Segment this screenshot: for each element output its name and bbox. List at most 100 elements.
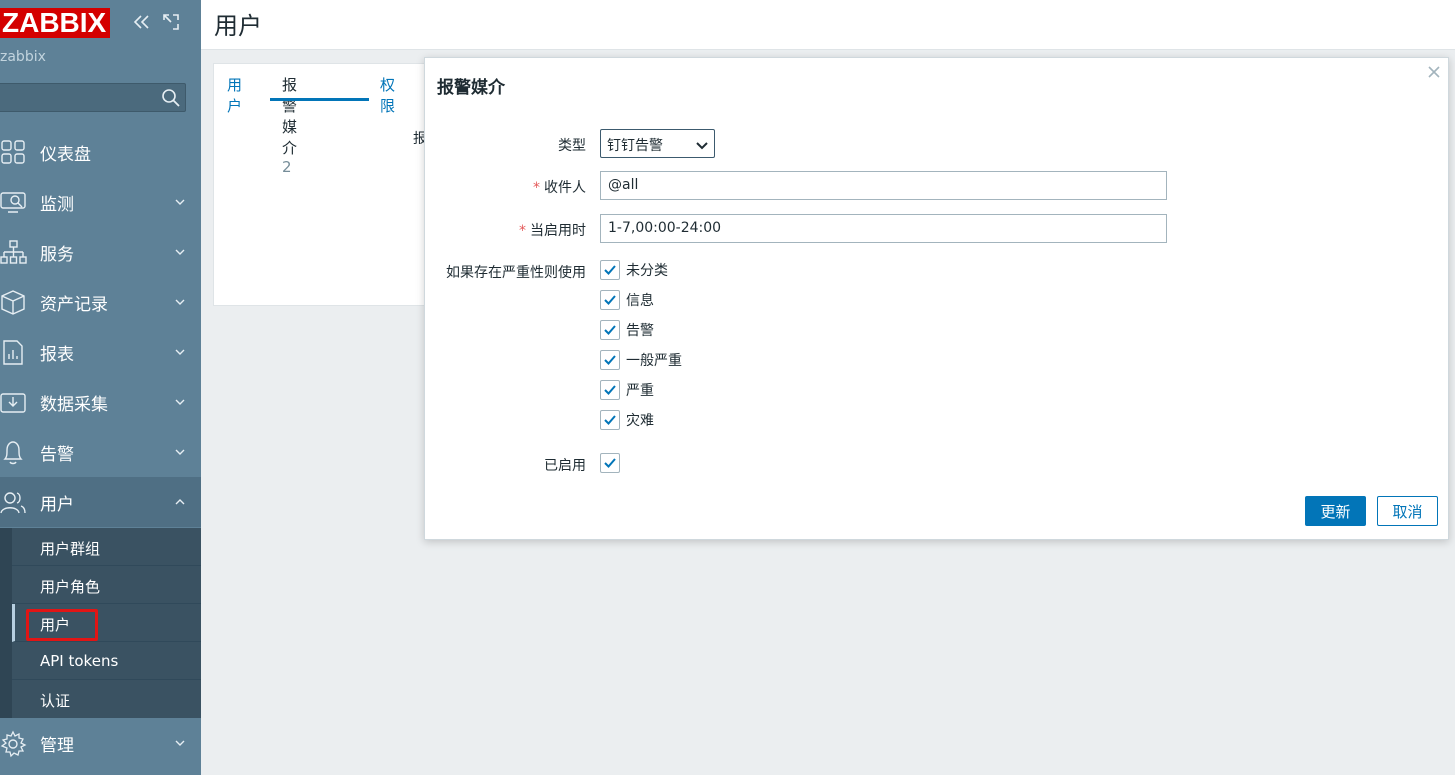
checkbox[interactable] — [600, 290, 620, 310]
nav-item-dashboard[interactable]: 仪表盘 — [0, 127, 201, 177]
annotation-highlight-box — [26, 609, 98, 641]
search-input[interactable] — [0, 83, 186, 112]
reports-icon — [0, 339, 28, 367]
chevron-down-icon — [174, 396, 186, 408]
required-mark: * — [533, 180, 540, 196]
period-input[interactable]: 1-7,00:00-24:00 — [600, 214, 1167, 243]
chevron-down-icon — [174, 346, 186, 358]
sendto-label: * 收件人 — [533, 177, 586, 197]
period-label-text: 当启用时 — [530, 223, 586, 239]
nav-item-alerts[interactable]: 告警 — [0, 427, 201, 477]
checkbox[interactable] — [600, 380, 620, 400]
nav-item-users[interactable]: 用户 — [0, 477, 201, 527]
checkbox-label: 信息 — [626, 293, 654, 309]
nav-item-data-collection[interactable]: 数据采集 — [0, 377, 201, 427]
close-icon[interactable] — [1426, 64, 1442, 80]
submenu-strip — [0, 528, 12, 718]
severity-label: 如果存在严重性则使用 — [446, 265, 586, 281]
checkbox-label: 告警 — [626, 323, 654, 339]
submenu-label: 用户角色 — [40, 578, 101, 596]
type-select[interactable]: 钉钉告警 — [600, 129, 715, 158]
chevron-up-icon — [174, 496, 186, 508]
sendto-input[interactable]: @all — [600, 171, 1167, 200]
gear-icon — [0, 730, 28, 758]
nav-item-reports[interactable]: 报表 — [0, 327, 201, 377]
chevron-down-icon — [174, 296, 186, 308]
media-dialog: 报警媒介 类型 钉钉告警 * 收件人 @all * 当启用时 1-7,00:00-2… — [424, 57, 1449, 540]
checkbox[interactable] — [600, 410, 620, 430]
nav-item-inventory[interactable]: 资产记录 — [0, 277, 201, 327]
nav-label: 资产记录 — [40, 294, 108, 315]
checkbox-label: 未分类 — [626, 263, 668, 279]
period-value: 1-7,00:00-24:00 — [608, 220, 722, 236]
users-icon — [0, 489, 28, 517]
submenu-item-api-tokens[interactable]: API tokens — [12, 642, 201, 680]
nav-label: 数据采集 — [40, 394, 108, 415]
type-label: 类型 — [558, 138, 586, 154]
nav-label: 管理 — [40, 735, 74, 756]
period-label: * 当启用时 — [519, 220, 586, 240]
server-name: zabbix — [0, 49, 46, 65]
submenu-item-user-groups[interactable]: 用户群组 — [12, 528, 201, 566]
chevron-down-icon — [174, 246, 186, 258]
chevron-down-icon — [174, 737, 186, 749]
severity-not-classified: 未分类 — [600, 260, 668, 280]
sendto-value: @all — [608, 177, 639, 193]
nav-label: 用户 — [40, 494, 74, 515]
tab-count: 2 — [282, 158, 292, 176]
nav-item-monitoring[interactable]: 监测 — [0, 177, 201, 227]
nav-label: 告警 — [40, 444, 74, 465]
cancel-button[interactable]: 取消 — [1377, 496, 1438, 526]
data-collection-icon — [0, 389, 28, 417]
required-mark: * — [519, 223, 526, 239]
tab-label: 报警媒介 — [282, 76, 298, 157]
severity-average: 一般严重 — [600, 350, 682, 370]
monitoring-icon — [0, 189, 28, 217]
chevron-down-icon — [174, 446, 186, 458]
checkbox[interactable] — [600, 260, 620, 280]
search-icon[interactable] — [161, 88, 181, 108]
severity-information: 信息 — [600, 290, 654, 310]
update-button[interactable]: 更新 — [1305, 496, 1366, 526]
nav-item-services[interactable]: 服务 — [0, 227, 201, 277]
severity-high: 严重 — [600, 380, 654, 400]
severity-disaster: 灾难 — [600, 410, 654, 430]
collapse-sidebar-icon[interactable] — [132, 12, 152, 32]
nav-label: 服务 — [40, 244, 74, 265]
enabled-row — [600, 453, 620, 473]
tab-user[interactable]: 用户 — [227, 74, 242, 116]
zabbix-logo[interactable]: ZABBIX — [0, 8, 111, 38]
bell-icon — [0, 439, 28, 467]
sendto-label-text: 收件人 — [544, 180, 586, 196]
nav-label: 报表 — [40, 344, 74, 365]
submenu-item-authentication[interactable]: 认证 — [12, 680, 201, 718]
submenu-label: 认证 — [40, 692, 71, 710]
tab-media[interactable]: 报警媒介 2 — [282, 74, 297, 176]
inventory-icon — [0, 289, 28, 317]
services-icon — [0, 239, 28, 267]
checkbox-label: 严重 — [626, 383, 654, 399]
page-header: 用户 — [201, 0, 1455, 50]
submenu-item-user-roles[interactable]: 用户角色 — [12, 566, 201, 604]
dialog-title: 报警媒介 — [437, 78, 505, 98]
submenu-label: API tokens — [40, 652, 119, 670]
nav-item-administration[interactable]: 管理 — [0, 718, 201, 768]
enabled-label: 已启用 — [544, 458, 586, 474]
dashboard-icon — [0, 139, 28, 167]
nav-label: 监测 — [40, 194, 74, 215]
sidebar: ZABBIX zabbix 仪表盘 监测 服务 资产记录 报表 数据采集 告警 … — [0, 0, 201, 775]
page-title: 用户 — [214, 12, 262, 40]
checkbox-label: 灾难 — [626, 413, 654, 429]
active-tab-indicator — [270, 98, 369, 101]
checkbox[interactable] — [600, 350, 620, 370]
kiosk-mode-icon[interactable] — [161, 12, 181, 32]
severity-warning: 告警 — [600, 320, 654, 340]
submenu-label: 用户群组 — [40, 540, 101, 558]
checkbox[interactable] — [600, 320, 620, 340]
nav-label: 仪表盘 — [40, 144, 91, 165]
chevron-down-icon — [696, 139, 708, 150]
type-select-value: 钉钉告警 — [607, 138, 663, 154]
chevron-down-icon — [174, 196, 186, 208]
enabled-checkbox[interactable] — [600, 453, 620, 473]
tab-permissions[interactable]: 权限 — [380, 74, 395, 116]
